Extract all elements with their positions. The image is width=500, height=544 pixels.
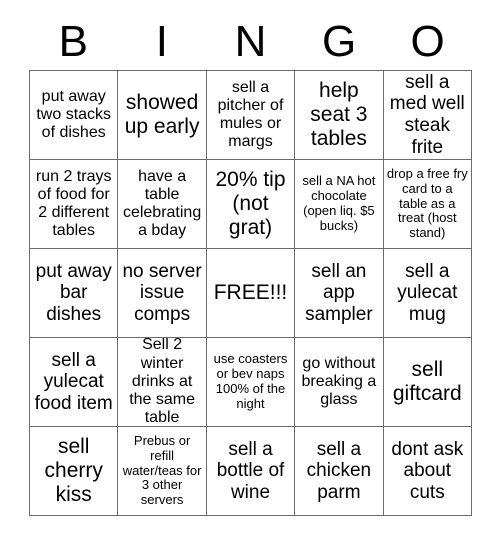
bingo-cell-b2[interactable]: run 2 trays of food for 2 different tabl… [30,160,119,249]
bingo-cell-text: dont ask about cuts [391,438,464,503]
bingo-cell-g5[interactable]: sell a chicken parm [295,427,384,516]
bingo-cell-g3[interactable]: sell an app sampler [295,249,384,338]
bingo-cell-o2[interactable]: drop a free fry card to a table as a tre… [383,160,472,249]
bingo-cell-g4[interactable]: go without breaking a glass [295,338,384,427]
bingo-cell-text: sell a chicken parm [306,438,372,503]
bingo-cell-o4[interactable]: sell giftcard [383,338,472,427]
bingo-cell-text: 20% tip (not grat) [215,168,286,239]
bingo-cell-text: sell a bottle of wine [216,438,285,503]
bingo-cell-text: sell a med well steak frite [389,71,465,158]
bingo-cell-o5[interactable]: dont ask about cuts [383,427,472,516]
bingo-cell-text: Prebus or refill water/teas for 3 other … [122,432,202,508]
bingo-cell-text: put away two stacks of dishes [36,87,112,142]
bingo-cell-b1[interactable]: put away two stacks of dishes [30,71,119,160]
bingo-cell-g1[interactable]: help seat 3 tables [295,71,384,160]
bingo-cell-o3[interactable]: sell a yulecat mug [383,249,472,338]
bingo-cell-i5[interactable]: Prebus or refill water/teas for 3 other … [118,427,207,516]
bingo-cell-text: no server issue comps [122,260,202,325]
bingo-cell-text: sell giftcard [392,358,462,405]
bingo-cell-n1[interactable]: sell a pitcher of mules or margs [206,71,296,160]
bingo-cell-text: drop a free fry card to a table as a tre… [386,165,468,241]
bingo-cell-i3[interactable]: no server issue comps [118,249,207,338]
header-letter-b: B [58,17,88,66]
header-letter-g: G [321,17,357,66]
bingo-cell-n4[interactable]: use coasters or bev naps 100% of the nig… [206,338,296,427]
bingo-cell-text: use coasters or bev naps 100% of the nig… [213,351,288,411]
bingo-cell-text: FREE!!! [213,281,288,305]
bingo-cell-b4[interactable]: sell a yulecat food item [30,338,119,427]
bingo-cell-text: help seat 3 tables [310,79,368,150]
bingo-cell-text: sell a yulecat food item [34,349,113,414]
bingo-cell-o1[interactable]: sell a med well steak frite [383,71,472,160]
bingo-cell-free-space[interactable]: FREE!!! [206,249,296,338]
bingo-cell-i2[interactable]: have a table celebrating a bday [118,160,207,249]
header-letter-i: I [155,17,168,66]
bingo-cell-i1[interactable]: showed up early [118,71,207,160]
bingo-cell-text: have a table celebrating a bday [122,167,202,240]
bingo-cell-i4[interactable]: Sell 2 winter drinks at the same table [118,338,207,427]
bingo-cell-text: sell cherry kiss [44,435,103,506]
bingo-cell-n2[interactable]: 20% tip (not grat) [206,160,296,249]
bingo-cell-text: sell a NA hot chocolate (open liq. $5 bu… [302,173,376,233]
bingo-cell-g2[interactable]: sell a NA hot chocolate (open liq. $5 bu… [295,160,384,249]
bingo-cell-b5[interactable]: sell cherry kiss [30,427,119,516]
bingo-card: B I N G O put away two stacks of dishes … [0,0,500,544]
bingo-header: B I N G O [29,14,472,70]
bingo-cell-n5[interactable]: sell a bottle of wine [206,427,296,516]
bingo-cell-text: sell a pitcher of mules or margs [217,78,284,151]
bingo-cell-text: sell a yulecat mug [397,260,458,325]
bingo-cell-text: Sell 2 winter drinks at the same table [129,338,195,427]
bingo-cell-text: go without breaking a glass [301,354,377,409]
bingo-cell-text: put away bar dishes [35,260,112,325]
bingo-cell-text: run 2 trays of food for 2 different tabl… [35,167,112,240]
bingo-cell-b3[interactable]: put away bar dishes [30,249,119,338]
header-letter-o: O [410,17,445,66]
header-letter-n: N [234,17,267,66]
bingo-cell-text: showed up early [124,91,200,138]
bingo-cell-text: sell an app sampler [305,260,373,325]
bingo-grid: put away two stacks of dishes showed up … [29,70,472,516]
